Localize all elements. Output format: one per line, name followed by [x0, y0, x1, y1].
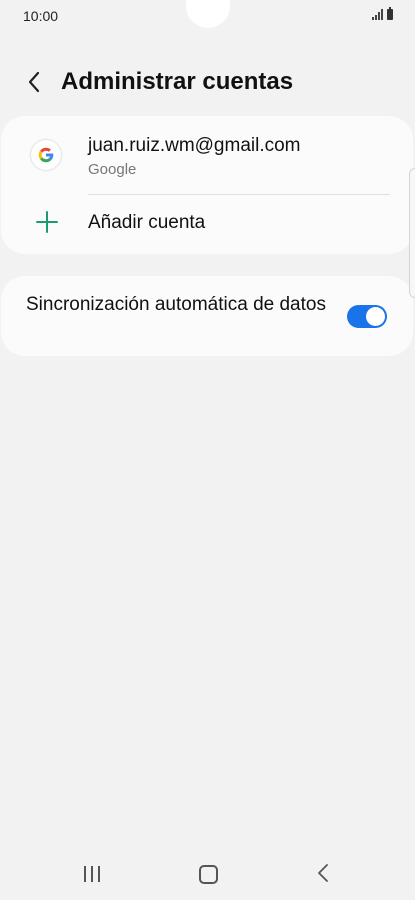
google-account-item[interactable]: juan.ruiz.wm@gmail.com Google [1, 116, 413, 194]
status-time: 10:00 [23, 8, 59, 24]
app-header: Administrar cuentas [0, 60, 415, 104]
status-bar: 10:00 [0, 0, 415, 32]
back-icon[interactable] [316, 863, 332, 883]
plus-icon [36, 211, 58, 233]
account-email: juan.ruiz.wm@gmail.com [88, 135, 301, 156]
battery-icon [387, 7, 393, 20]
edge-panel-handle[interactable] [409, 168, 415, 298]
camera-notch [186, 0, 230, 28]
google-icon [31, 140, 61, 170]
navigation-bar [0, 848, 415, 900]
accounts-card: juan.ruiz.wm@gmail.com Google Añadir cue… [1, 116, 413, 254]
auto-sync-toggle[interactable] [347, 305, 387, 328]
toggle-knob [366, 307, 385, 326]
back-arrow-icon [28, 71, 40, 93]
signal-icon [372, 9, 383, 20]
account-type: Google [88, 161, 137, 178]
add-account-label: Añadir cuenta [88, 212, 206, 233]
home-icon[interactable] [199, 865, 218, 884]
auto-sync-card[interactable]: Sincronización automática de datos [1, 276, 413, 356]
status-icons [372, 7, 393, 20]
back-button[interactable] [20, 68, 48, 96]
add-account-button[interactable]: Añadir cuenta [1, 195, 413, 254]
recent-apps-icon[interactable] [84, 866, 100, 882]
page-title: Administrar cuentas [61, 68, 294, 95]
auto-sync-label: Sincronización automática de datos [26, 294, 326, 315]
